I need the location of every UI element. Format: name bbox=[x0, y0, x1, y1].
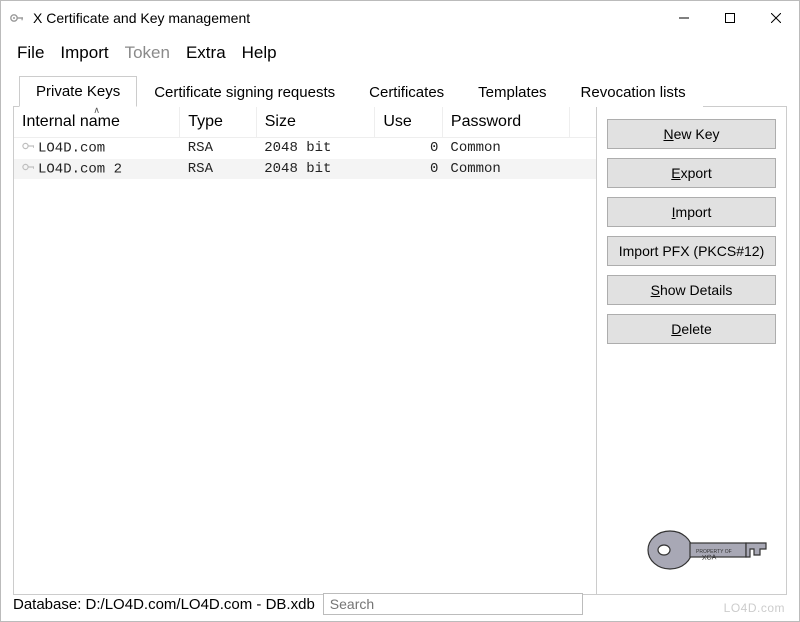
menu-extra[interactable]: Extra bbox=[180, 41, 232, 65]
cell-use: 0 bbox=[375, 138, 443, 159]
col-internal-name-label: Internal name bbox=[22, 113, 120, 130]
import-pfx-button[interactable]: Import PFX (PKCS#12) bbox=[607, 236, 776, 266]
minimize-button[interactable] bbox=[661, 2, 707, 34]
export-button[interactable]: Export bbox=[607, 158, 776, 188]
cell-name: LO4D.com bbox=[38, 141, 105, 157]
cell-type: RSA bbox=[180, 138, 256, 159]
cell-use: 0 bbox=[375, 159, 443, 180]
cell-type: RSA bbox=[180, 159, 256, 180]
key-icon bbox=[22, 140, 36, 156]
col-size[interactable]: Size bbox=[256, 107, 375, 138]
database-label: Database: D:/LO4D.com/LO4D.com - DB.xdb bbox=[13, 596, 315, 613]
key-icon bbox=[22, 161, 36, 177]
tab-certificates[interactable]: Certificates bbox=[352, 77, 461, 107]
content-area: Private Keys Certificate signing request… bbox=[13, 75, 787, 595]
delete-button[interactable]: Delete bbox=[607, 314, 776, 344]
tab-templates[interactable]: Templates bbox=[461, 77, 563, 107]
col-spacer bbox=[570, 107, 596, 138]
col-internal-name[interactable]: ∧ Internal name bbox=[14, 107, 180, 138]
key-illustration-icon: PROPERTY OF XCA bbox=[644, 523, 774, 580]
table-row[interactable]: LO4D.com RSA 2048 bit 0 Common bbox=[14, 138, 596, 159]
col-use[interactable]: Use bbox=[375, 107, 443, 138]
key-table-wrap: ∧ Internal name Type Size Use Password bbox=[14, 107, 596, 594]
window-title: X Certificate and Key management bbox=[33, 10, 250, 26]
action-sidebar: New Key Export Import Import PFX (PKCS#1… bbox=[596, 107, 786, 594]
new-key-button[interactable]: New Key bbox=[607, 119, 776, 149]
col-type[interactable]: Type bbox=[180, 107, 256, 138]
tab-private-keys[interactable]: Private Keys bbox=[19, 76, 137, 107]
main-panel: ∧ Internal name Type Size Use Password bbox=[13, 107, 787, 595]
menu-import[interactable]: Import bbox=[54, 41, 114, 65]
col-password[interactable]: Password bbox=[442, 107, 569, 138]
import-button[interactable]: Import bbox=[607, 197, 776, 227]
cell-size: 2048 bit bbox=[256, 138, 375, 159]
menu-token[interactable]: Token bbox=[119, 41, 176, 65]
status-bar: Database: D:/LO4D.com/LO4D.com - DB.xdb bbox=[1, 591, 799, 621]
cell-password: Common bbox=[442, 138, 569, 159]
sort-asc-icon: ∧ bbox=[93, 107, 100, 116]
close-button[interactable] bbox=[753, 2, 799, 34]
cell-name: LO4D.com 2 bbox=[38, 161, 122, 177]
title-bar: X Certificate and Key management bbox=[1, 1, 799, 35]
search-input[interactable] bbox=[323, 593, 583, 615]
window-controls bbox=[661, 2, 799, 34]
watermark: LO4D.com bbox=[724, 601, 785, 615]
tab-csr[interactable]: Certificate signing requests bbox=[137, 77, 352, 107]
tab-revocation-lists[interactable]: Revocation lists bbox=[564, 77, 703, 107]
show-details-button[interactable]: Show Details bbox=[607, 275, 776, 305]
table-row[interactable]: LO4D.com 2 RSA 2048 bit 0 Common bbox=[14, 159, 596, 180]
menu-bar: File Import Token Extra Help bbox=[1, 35, 799, 75]
svg-text:XCA: XCA bbox=[702, 554, 717, 562]
menu-file[interactable]: File bbox=[11, 41, 50, 65]
menu-help[interactable]: Help bbox=[236, 41, 283, 65]
key-table: ∧ Internal name Type Size Use Password bbox=[14, 107, 596, 179]
maximize-button[interactable] bbox=[707, 2, 753, 34]
tab-strip: Private Keys Certificate signing request… bbox=[13, 75, 787, 107]
cell-size: 2048 bit bbox=[256, 159, 375, 180]
app-key-icon bbox=[9, 10, 25, 26]
cell-password: Common bbox=[442, 159, 569, 180]
